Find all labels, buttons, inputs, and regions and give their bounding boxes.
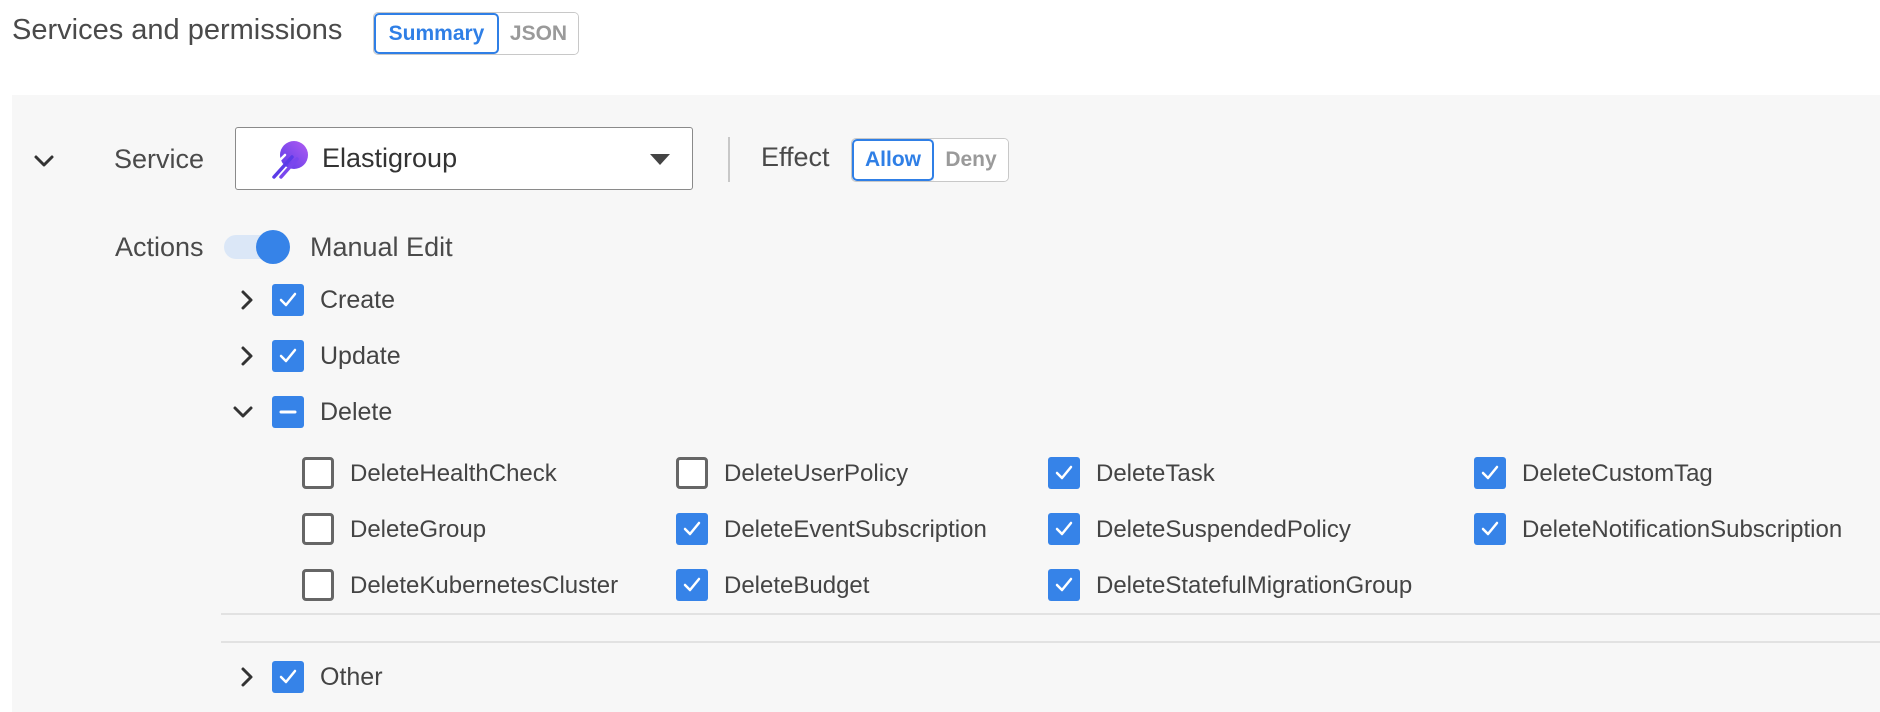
deletenotificationsubscription-checkbox[interactable] xyxy=(1474,513,1506,545)
checkmark-icon xyxy=(279,669,297,684)
collapse-delete-chevron-icon[interactable] xyxy=(232,401,254,423)
create-checkbox[interactable] xyxy=(272,284,304,316)
deletestatefulmigrationgroup-label: DeleteStatefulMigrationGroup xyxy=(1096,572,1413,599)
service-label: Service xyxy=(114,144,205,174)
summary-tab[interactable]: Summary xyxy=(374,13,499,54)
deleteuserpolicy-label: DeleteUserPolicy xyxy=(724,460,909,487)
expand-create-chevron-icon[interactable] xyxy=(236,289,258,311)
service-select[interactable]: Elastigroup xyxy=(235,127,693,190)
checkmark-icon xyxy=(1055,577,1073,592)
json-tab[interactable]: JSON xyxy=(499,13,578,54)
divider xyxy=(728,137,730,182)
deleteuserpolicy-checkbox[interactable] xyxy=(676,457,708,489)
deletebudget-label: DeleteBudget xyxy=(724,572,870,599)
update-group-label: Update xyxy=(320,342,401,370)
deletekubernetescluster-label: DeleteKubernetesCluster xyxy=(350,572,619,599)
checkmark-icon xyxy=(1055,465,1073,480)
other-group-label: Other xyxy=(320,663,383,691)
delete-checkbox[interactable] xyxy=(272,396,304,428)
checkmark-icon xyxy=(683,577,701,592)
deletekubernetescluster-checkbox[interactable] xyxy=(302,569,334,601)
expand-other-chevron-icon[interactable] xyxy=(236,666,258,688)
deletecustomtag-checkbox[interactable] xyxy=(1474,457,1506,489)
other-checkbox[interactable] xyxy=(272,661,304,693)
deletetask-label: DeleteTask xyxy=(1096,460,1215,487)
checkmark-icon xyxy=(279,348,297,363)
delete-group-label: Delete xyxy=(320,398,393,426)
deletesuspendedpolicy-label: DeleteSuspendedPolicy xyxy=(1096,516,1351,543)
deletehealthcheck-label: DeleteHealthCheck xyxy=(350,460,557,487)
collapse-statement-chevron-icon[interactable] xyxy=(33,150,55,172)
delete-section-divider xyxy=(221,613,1880,615)
dropdown-caret-icon xyxy=(650,154,670,165)
actions-label: Actions xyxy=(115,232,204,262)
section-title: Services and permissions xyxy=(12,14,343,46)
checkmark-icon xyxy=(279,292,297,307)
deleteeventsubscription-checkbox[interactable] xyxy=(676,513,708,545)
deletebudget-checkbox[interactable] xyxy=(676,569,708,601)
effect-label: Effect xyxy=(761,142,830,172)
deleteeventsubscription-label: DeleteEventSubscription xyxy=(724,516,987,543)
deletehealthcheck-checkbox[interactable] xyxy=(302,457,334,489)
update-checkbox[interactable] xyxy=(272,340,304,372)
checkmark-icon xyxy=(1481,521,1499,536)
deny-option[interactable]: Deny xyxy=(934,139,1008,181)
deletesuspendedpolicy-checkbox[interactable] xyxy=(1048,513,1080,545)
create-group-label: Create xyxy=(320,286,396,314)
checkmark-icon xyxy=(1481,465,1499,480)
manual-edit-switch[interactable] xyxy=(224,230,290,264)
effect-toggle[interactable]: Allow Deny xyxy=(851,138,1009,182)
elastigroup-icon xyxy=(268,137,312,181)
service-select-value: Elastigroup xyxy=(322,143,458,173)
switch-knob xyxy=(256,230,290,264)
deletenotificationsubscription-label: DeleteNotificationSubscription xyxy=(1522,516,1843,543)
checkmark-icon xyxy=(683,521,701,536)
checkmark-icon xyxy=(1055,521,1073,536)
allow-option[interactable]: Allow xyxy=(852,139,934,181)
view-mode-toggle[interactable]: Summary JSON xyxy=(373,12,579,55)
deletestatefulmigrationgroup-checkbox[interactable] xyxy=(1048,569,1080,601)
deletegroup-checkbox[interactable] xyxy=(302,513,334,545)
other-section-divider xyxy=(221,641,1880,643)
indeterminate-icon xyxy=(279,410,297,414)
deletegroup-label: DeleteGroup xyxy=(350,516,487,543)
manual-edit-label: Manual Edit xyxy=(310,232,453,262)
deletetask-checkbox[interactable] xyxy=(1048,457,1080,489)
expand-update-chevron-icon[interactable] xyxy=(236,345,258,367)
deletecustomtag-label: DeleteCustomTag xyxy=(1522,460,1713,487)
